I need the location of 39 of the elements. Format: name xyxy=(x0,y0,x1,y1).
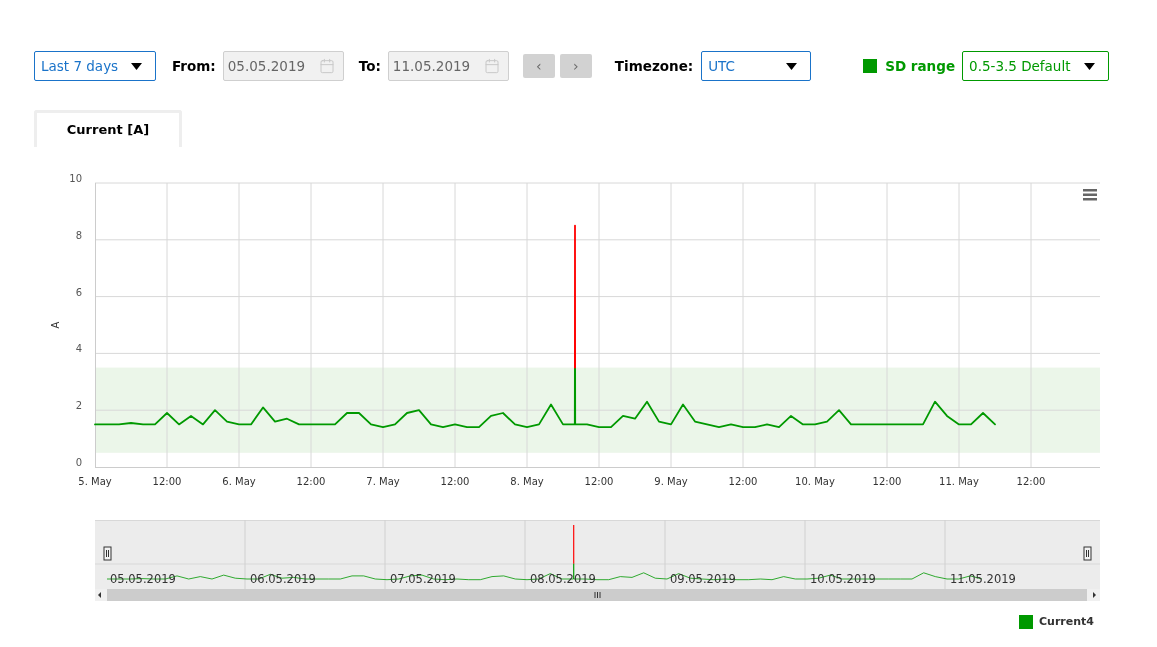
x-tick-label: 10. May xyxy=(795,476,835,487)
x-tick-label: 11. May xyxy=(939,476,979,487)
calendar-icon xyxy=(318,58,335,74)
calendar-icon xyxy=(483,58,500,74)
y-tick-label: 10 xyxy=(69,173,82,184)
sd-range-label: SD range xyxy=(885,56,956,76)
x-tick-label: 12:00 xyxy=(440,476,470,487)
tab[interactable]: Current [A] xyxy=(34,110,182,147)
x-tick-label: 12:00 xyxy=(584,476,614,487)
timezone-select[interactable]: UTC xyxy=(701,51,812,81)
y-tick-label: 4 xyxy=(75,343,82,355)
x-tick-label: 12:00 xyxy=(872,476,902,487)
timezone-label: Timezone: xyxy=(614,56,694,76)
legend-item[interactable]: Current4 xyxy=(1019,614,1094,631)
x-tick-label: 8. May xyxy=(510,476,544,487)
x-tick-label: 6. May xyxy=(222,476,256,487)
x-tick-label: 5. May xyxy=(78,476,112,487)
x-tick-label: 12:00 xyxy=(1016,476,1046,487)
y-axis-title: A xyxy=(50,321,61,329)
x-tick-label: 12:00 xyxy=(296,476,326,487)
legend-label: Current4 xyxy=(1039,614,1094,630)
x-tick-label: 12:00 xyxy=(152,476,182,487)
y-tick-label: 8 xyxy=(75,229,82,241)
caret-icon xyxy=(786,62,798,70)
x-tick-label: 9. May xyxy=(654,476,688,487)
from-label: From: xyxy=(172,56,216,76)
date-field[interactable]: 11.05.2019 xyxy=(387,51,509,81)
caret-icon xyxy=(131,62,142,70)
period-select[interactable]: Last 7 days xyxy=(34,51,156,81)
date-field[interactable]: 05.05.2019 xyxy=(222,51,344,81)
sd-range-select[interactable]: 0.5-3.5 Default xyxy=(962,51,1110,81)
y-tick-label: 0 xyxy=(75,457,82,468)
y-tick-label: 6 xyxy=(75,286,82,298)
x-tick-label: 12:00 xyxy=(728,476,758,487)
caret-icon xyxy=(1084,62,1096,70)
to-label: To: xyxy=(358,56,381,76)
menu-icon[interactable] xyxy=(1083,189,1097,201)
x-tick-label: 7. May xyxy=(366,476,400,487)
y-tick-label: 2 xyxy=(75,400,82,412)
